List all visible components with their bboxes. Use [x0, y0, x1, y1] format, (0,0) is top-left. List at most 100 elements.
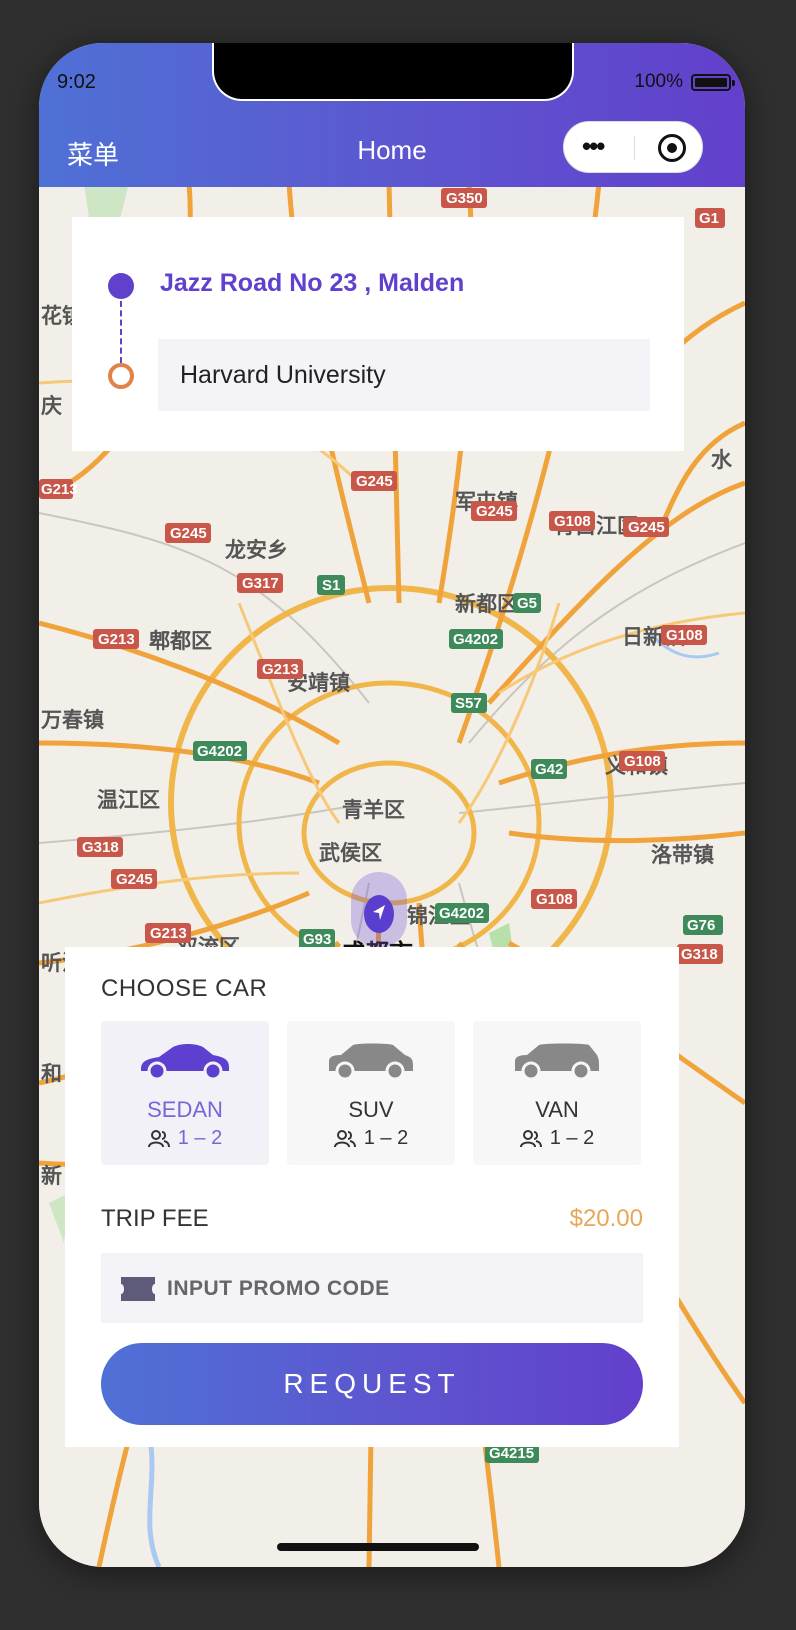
promo-code-input[interactable]: INPUT PROMO CODE	[101, 1253, 643, 1323]
road-shield: G318	[77, 837, 123, 857]
sedan-icon	[141, 1044, 229, 1081]
destination-ring-icon	[108, 363, 134, 389]
svg-text:G108: G108	[624, 753, 661, 770]
road-shield: G245	[623, 517, 669, 537]
map-label: 和	[41, 1063, 62, 1086]
svg-text:G245: G245	[116, 871, 153, 888]
route-line	[120, 301, 122, 363]
car-name: VAN	[535, 1097, 579, 1122]
car-name: SUV	[348, 1097, 394, 1122]
capacity-value: 1 – 2	[363, 1127, 409, 1149]
svg-text:G318: G318	[681, 946, 718, 963]
road-shield: G4202	[193, 741, 247, 761]
car-option-suv[interactable]: SUV 1 – 2	[287, 1021, 455, 1165]
ticket-icon	[121, 1277, 155, 1301]
car-capacity: 1 – 2	[473, 1127, 641, 1150]
svg-text:G213: G213	[98, 631, 135, 648]
navigation-bar: 9:02 100% 菜单 Home •••	[39, 43, 745, 187]
passengers-icon	[333, 1129, 356, 1147]
road-shield: G213	[93, 629, 139, 649]
svg-text:G76: G76	[687, 917, 715, 934]
svg-text:G4202: G4202	[439, 905, 484, 922]
map-label: 龙安乡	[225, 538, 288, 562]
car-option-van[interactable]: VAN 1 – 2	[473, 1021, 641, 1165]
car-name: SEDAN	[147, 1097, 223, 1122]
car-options: SEDAN 1 – 2 SUV 1 – 2 VAN 1 – 2	[101, 1021, 641, 1165]
status-battery: 100%	[634, 71, 735, 93]
destination-value: Harvard University	[180, 361, 386, 389]
destination-field[interactable]: Harvard University	[158, 339, 650, 411]
passengers-icon	[519, 1129, 542, 1147]
passengers-icon	[147, 1129, 170, 1147]
svg-text:G213: G213	[150, 925, 187, 942]
svg-text:S57: S57	[455, 695, 482, 712]
road-shield: G108	[549, 511, 595, 531]
car-capacity: 1 – 2	[101, 1127, 269, 1150]
request-button[interactable]: REQUEST	[101, 1343, 643, 1425]
road-shield: G42	[531, 759, 567, 779]
choose-car-label: CHOOSE CAR	[101, 975, 268, 1002]
road-shield: G108	[661, 625, 707, 645]
capacity-value: 1 – 2	[549, 1127, 595, 1149]
more-icon[interactable]: •••	[582, 133, 605, 159]
svg-text:G213: G213	[41, 481, 78, 498]
svg-text:G4202: G4202	[197, 743, 242, 760]
capsule-divider	[634, 136, 635, 160]
miniprogram-capsule: •••	[563, 121, 703, 173]
car-option-sedan[interactable]: SEDAN 1 – 2	[101, 1021, 269, 1165]
svg-text:G108: G108	[536, 891, 573, 908]
device-notch	[212, 43, 574, 101]
road-shield: G213	[257, 659, 303, 679]
road-shield: G76	[683, 915, 723, 935]
car-selection-panel: CHOOSE CAR SEDAN 1 – 2 SUV 1 – 2 VAN 1 –…	[65, 947, 679, 1447]
svg-text:G1: G1	[699, 210, 719, 227]
svg-text:G350: G350	[446, 190, 483, 207]
van-icon	[515, 1043, 599, 1081]
map-label: 新都区	[455, 592, 518, 616]
map-label: 武侯区	[319, 842, 382, 865]
origin-dot-icon	[108, 273, 134, 299]
road-shield: G245	[111, 869, 157, 889]
road-shield: G213	[39, 479, 78, 499]
close-target-icon[interactable]	[658, 134, 686, 162]
origin-address[interactable]: Jazz Road No 23 , Malden	[160, 269, 464, 298]
road-shield: G318	[677, 944, 723, 964]
road-shield: G245	[351, 471, 397, 491]
map-label: 万春镇	[40, 708, 104, 732]
svg-text:G4215: G4215	[489, 1445, 534, 1462]
svg-text:G213: G213	[262, 661, 299, 678]
road-shield: G93	[299, 929, 335, 949]
road-shield: S1	[317, 575, 345, 595]
svg-text:G42: G42	[535, 761, 563, 778]
map-label: 庆	[41, 394, 62, 418]
svg-text:G108: G108	[666, 627, 703, 644]
road-shield: G1	[695, 208, 725, 228]
svg-text:G317: G317	[242, 575, 279, 592]
svg-text:G245: G245	[628, 519, 665, 536]
map-label: 郫都区	[149, 629, 212, 653]
map-label: 温江区	[97, 789, 160, 812]
road-shield: G245	[165, 523, 211, 543]
road-shield: G317	[237, 573, 283, 593]
route-card: Jazz Road No 23 , Malden Harvard Univers…	[72, 217, 684, 451]
road-shield: G108	[619, 751, 665, 771]
svg-text:G245: G245	[356, 473, 393, 490]
road-shield: G5	[513, 593, 541, 613]
map-label: 青羊区	[342, 798, 405, 822]
road-shield: G108	[531, 889, 577, 909]
capacity-value: 1 – 2	[177, 1127, 223, 1149]
svg-text:G245: G245	[170, 525, 207, 542]
car-capacity: 1 – 2	[287, 1127, 455, 1150]
battery-icon	[691, 73, 735, 91]
phone-frame: 青羊区 武侯区 锦江区 新都区 郫都区 温江区 双流区 龙泉驿区 青白江区 龙安…	[39, 43, 745, 1567]
svg-text:G5: G5	[517, 595, 537, 612]
home-indicator	[277, 1543, 479, 1551]
svg-text:G108: G108	[554, 513, 591, 530]
battery-percent: 100%	[634, 71, 683, 92]
location-pin-icon[interactable]	[364, 895, 394, 933]
svg-text:G245: G245	[476, 503, 513, 520]
svg-text:G93: G93	[303, 931, 331, 948]
trip-fee-value: $20.00	[569, 1205, 643, 1232]
road-shield: G213	[145, 923, 191, 943]
road-shield: S57	[451, 693, 487, 713]
